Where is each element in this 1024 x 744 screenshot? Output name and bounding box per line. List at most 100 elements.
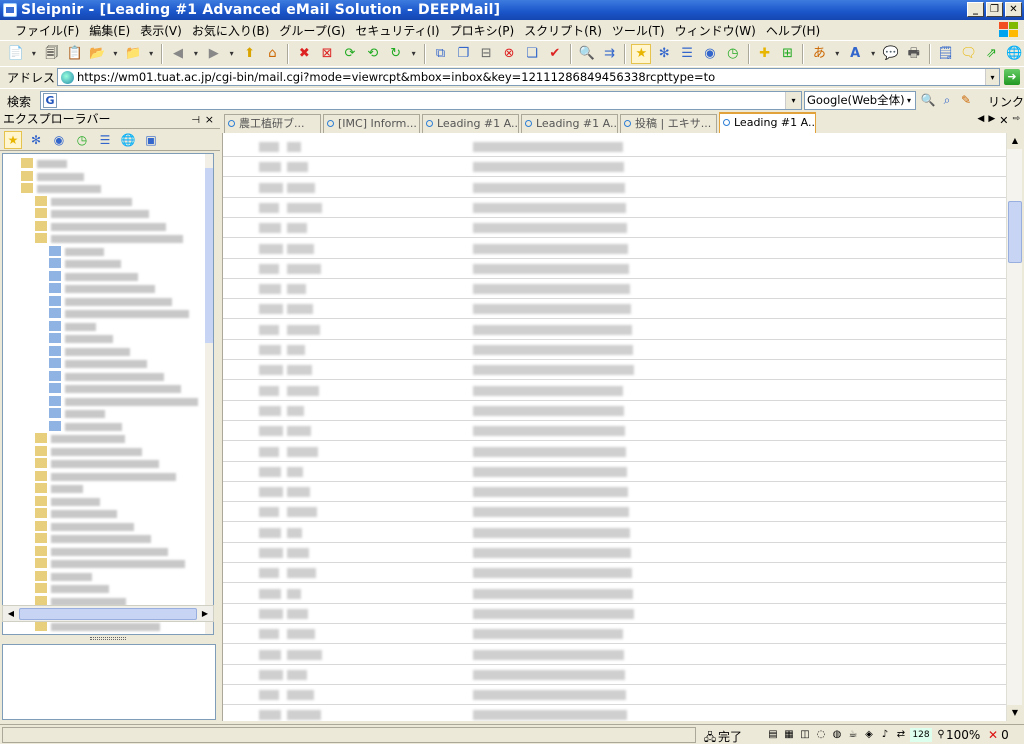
scroll-left-icon[interactable]: ◀	[4, 607, 18, 620]
open-icon[interactable]: 📋	[65, 44, 85, 64]
find-icon[interactable]: 🔍	[577, 44, 597, 64]
list-item[interactable]	[223, 462, 1006, 482]
forward-icon[interactable]: ▶	[204, 44, 224, 64]
menu-proxy[interactable]: プロキシ(P)	[445, 22, 520, 39]
chat-icon[interactable]: 💬	[881, 44, 901, 64]
sound-icon[interactable]: ♪	[878, 728, 892, 742]
new-window-icon[interactable]: ⧉	[431, 44, 451, 64]
chevron-down-icon[interactable]: ▾	[29, 44, 39, 64]
globe-icon[interactable]: ◉	[50, 131, 68, 149]
list-item[interactable]	[223, 685, 1006, 706]
close-button[interactable]: ✕	[1005, 2, 1022, 17]
close-others-icon[interactable]: ⊟	[476, 44, 496, 64]
list-item[interactable]	[223, 442, 1006, 462]
list-item[interactable]	[223, 421, 1006, 442]
tree-scrollbar[interactable]	[205, 154, 213, 634]
list-item[interactable]	[223, 279, 1006, 300]
highlight-icon[interactable]: ⇉	[600, 44, 620, 64]
box-icon[interactable]: ▣	[142, 131, 160, 149]
reload-menu-icon[interactable]: ↻	[386, 44, 406, 64]
chevron-down-icon[interactable]: ▾	[191, 44, 201, 64]
list-item[interactable]	[223, 523, 1006, 543]
menu-favorites[interactable]: お気に入り(B)	[187, 22, 275, 39]
groups-icon[interactable]: ✻	[27, 131, 45, 149]
menu-tools[interactable]: ツール(T)	[607, 22, 670, 39]
proxy-icon[interactable]: ⇄	[894, 728, 908, 742]
content-scrollbar[interactable]: ▲ ▼	[1006, 133, 1023, 721]
list-item[interactable]	[223, 705, 1006, 721]
links-label[interactable]: リンク	[988, 93, 1024, 110]
favorites-icon[interactable]: ★	[631, 43, 652, 64]
close-icon[interactable]: ✕	[999, 114, 1008, 127]
address-input[interactable]: https://wm01.tuat.ac.jp/cgi-bin/mail.cgi…	[57, 68, 1000, 86]
menu-file[interactable]: ファイル(F)	[10, 22, 84, 39]
list-item[interactable]	[223, 178, 1006, 198]
list-item[interactable]	[223, 563, 1006, 584]
search-engine-select[interactable]: Google(Web全体) ▾	[804, 91, 916, 110]
content-scroll-thumb[interactable]	[1008, 201, 1022, 263]
web-icon[interactable]: 🌐	[119, 131, 137, 149]
list-item[interactable]	[223, 299, 1006, 320]
web-icon[interactable]: 🌐	[1004, 44, 1024, 64]
encoding-icon[interactable]: あ	[809, 44, 829, 64]
tree-hscroll-thumb[interactable]	[19, 608, 197, 620]
cookie-icon[interactable]: ◌	[814, 728, 828, 742]
groups-icon[interactable]: ✻	[654, 44, 674, 64]
close-tab-icon[interactable]: ⊠	[317, 44, 337, 64]
chevron-down-icon[interactable]: ▾	[409, 44, 419, 64]
search-dropdown-button[interactable]: ▾	[785, 92, 801, 109]
tab-menu-icon[interactable]: ⇨	[1012, 114, 1020, 127]
send-icon[interactable]: ⇗	[981, 44, 1001, 64]
globe-icon[interactable]: ◉	[700, 44, 720, 64]
tab-scroll-left-icon[interactable]: ◀	[977, 114, 984, 127]
go-button[interactable]: ➜	[1004, 69, 1020, 85]
tree-icon[interactable]: ☰	[96, 131, 114, 149]
list-item[interactable]	[223, 665, 1006, 685]
menu-help[interactable]: ヘルプ(H)	[761, 22, 825, 39]
list-item[interactable]	[223, 157, 1006, 178]
security-icon[interactable]: ◍	[830, 728, 844, 742]
chevron-down-icon[interactable]: ▾	[227, 44, 237, 64]
list-item[interactable]	[223, 543, 1006, 563]
list-item[interactable]	[223, 259, 1006, 279]
up-icon[interactable]: ⬆	[240, 44, 260, 64]
tab-2[interactable]: [IMC] Inform...	[323, 114, 420, 133]
list-item[interactable]	[223, 360, 1006, 381]
image-icon[interactable]: ▦	[782, 728, 796, 742]
tab-4[interactable]: Leading #1 A...	[521, 114, 618, 133]
home-icon[interactable]: ⌂	[262, 44, 282, 64]
close-all-icon[interactable]: ⊗	[499, 44, 519, 64]
menu-view[interactable]: 表示(V)	[135, 22, 187, 39]
page-content[interactable]	[222, 133, 1006, 721]
java-icon[interactable]: ☕	[846, 728, 860, 742]
list-item[interactable]	[223, 340, 1006, 360]
highlight-pen-icon[interactable]: ✎	[958, 92, 974, 108]
list-item[interactable]	[223, 482, 1006, 503]
tab-5[interactable]: 投稿 | エキサ...	[620, 114, 717, 133]
pane-splitter[interactable]	[90, 637, 126, 640]
list-item[interactable]	[223, 198, 1006, 218]
list-item[interactable]	[223, 604, 1006, 624]
restore-button[interactable]: ❐	[986, 2, 1003, 17]
menu-edit[interactable]: 編集(E)	[84, 22, 135, 39]
tree-horizontal-scrollbar[interactable]: ◀ ▶	[2, 605, 214, 622]
cascade-icon[interactable]: ❏	[522, 44, 542, 64]
scroll-down-icon[interactable]: ▼	[1007, 705, 1023, 721]
list-item[interactable]	[223, 502, 1006, 523]
tab-1[interactable]: 農工植研ブ...	[224, 114, 321, 133]
tree-scroll-thumb[interactable]	[205, 168, 213, 343]
folder-icon[interactable]: 📁	[123, 44, 143, 64]
list-item[interactable]	[223, 137, 1006, 157]
minimize-button[interactable]: _	[967, 2, 984, 17]
tab-3[interactable]: Leading #1 A...	[422, 114, 519, 133]
favorites-tree[interactable]	[2, 153, 214, 635]
duplicate-icon[interactable]: ❐	[453, 44, 473, 64]
check-icon[interactable]: ✔	[545, 44, 565, 64]
zoom-level[interactable]: 100%	[946, 728, 980, 742]
history-icon[interactable]: ◷	[73, 131, 91, 149]
address-url[interactable]: https://wm01.tuat.ac.jp/cgi-bin/mail.cgi…	[77, 70, 715, 84]
notes-icon[interactable]: 🗒	[936, 44, 956, 64]
search-icon[interactable]: 🔍	[920, 92, 936, 108]
add-favorite-icon[interactable]: ✚	[755, 44, 775, 64]
menu-window[interactable]: ウィンドウ(W)	[670, 22, 761, 39]
